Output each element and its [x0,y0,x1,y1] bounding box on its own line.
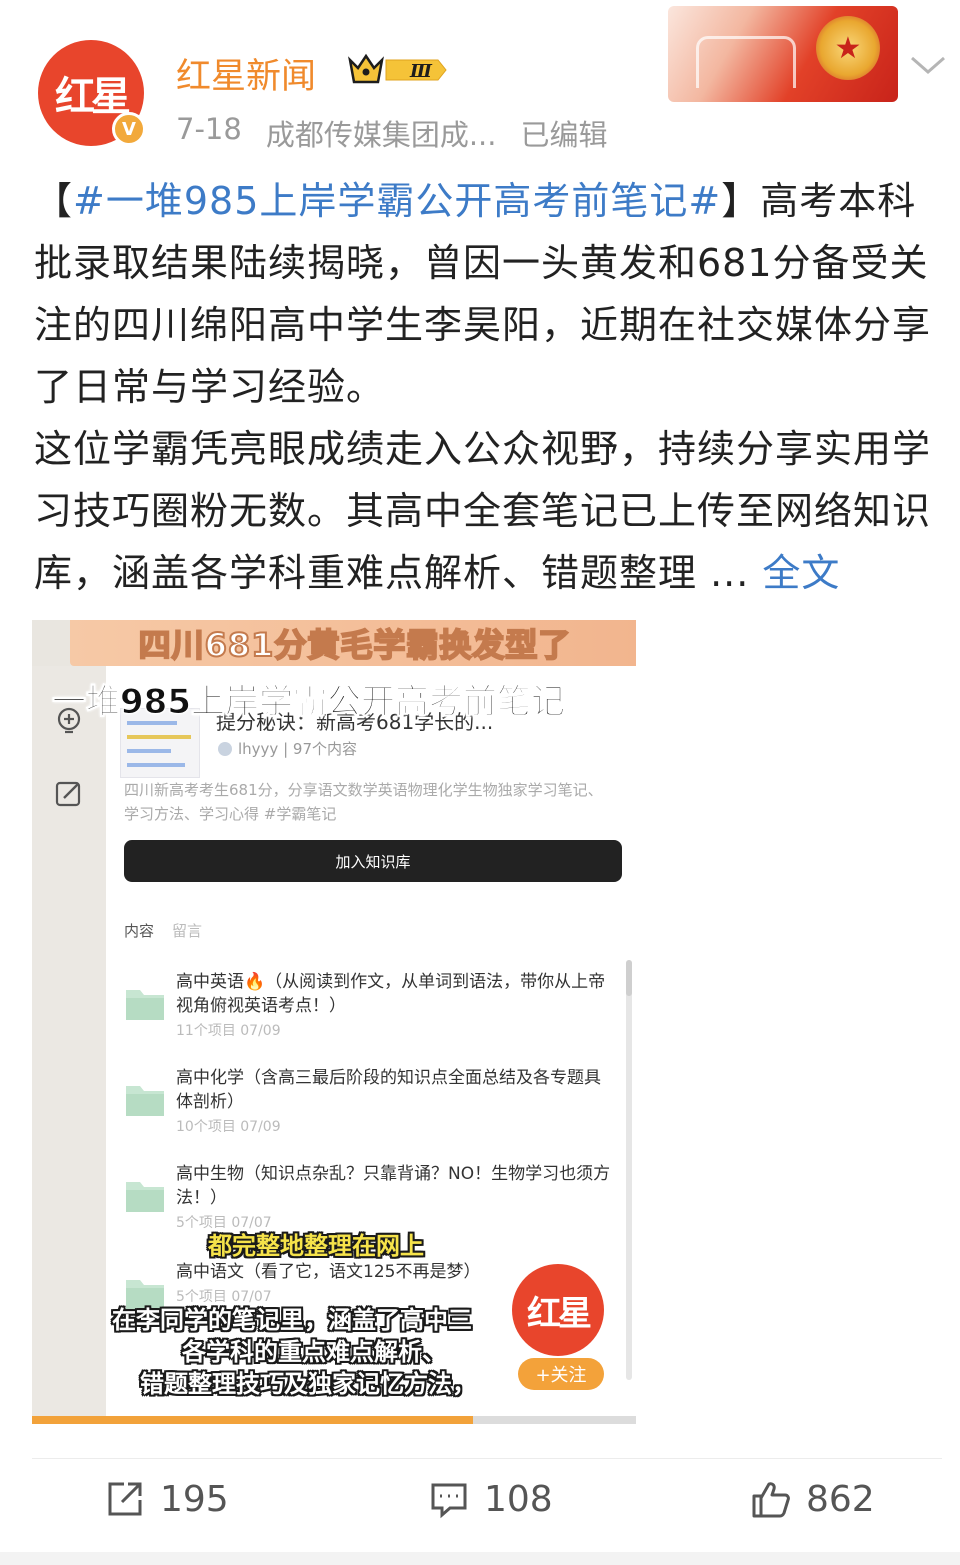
kb-tabs: 内容 留言 [124,920,202,941]
folder-meta: 10个项目 07/09 [176,1119,281,1135]
bottom-separator [0,1552,960,1565]
follow-button[interactable]: +关注 [518,1358,604,1390]
author-avatar [218,741,232,756]
folder-meta: 11个项目 07/09 [176,1023,281,1039]
like-icon [752,1482,790,1518]
kb-description: 四川新高考考生681分，分享语文数学英语物理化学生物独家学习笔记、学习方法、学习… [124,781,603,823]
avatar-logo-text: 红星 [55,73,131,120]
folder-icon [126,990,164,1020]
share-icon [108,1482,142,1516]
video-subtitle-highlight: 都完整地整理在网上 [208,1232,424,1260]
full-text-link[interactable]: 全文 [762,551,840,595]
like-button[interactable]: 862 [750,1478,875,1520]
kb-scrollbar [626,960,632,1380]
tab-content: 内容 [124,922,155,940]
post-content: 【#一堆985上岸学霸公开高考前笔记#】高考本科批录取结果陆续揭晓，曾因一头黄发… [34,170,944,604]
folder-item: 高中化学（含高三最后阶段的知识点全面总结及各专题具体剖析） 10个项目 07/0… [124,1066,624,1146]
kb-author-text: lhyyy | 97个内容 [238,740,357,758]
tab-comments: 留言 [172,922,203,940]
video-left-rail [32,666,106,1424]
video-subtitle-line-1: 在李同学的笔记里，涵盖了高中三 [112,1306,472,1334]
close-bracket: 】 [721,179,761,223]
like-count: 862 [806,1478,875,1520]
share-count: 195 [160,1478,229,1520]
post-paragraph-1: 【#一堆985上岸学霸公开高考前笔记#】高考本科批录取结果陆续揭晓，曾因一头黄发… [34,170,944,418]
video-progress-fill [32,1416,473,1424]
folder-item: 高中英语🔥（从阅读到作文，从单词到语法，带你从上帝视角俯视英语考点！） 11个项… [124,970,624,1050]
crown-badge-icon[interactable]: Ⅲ [346,52,450,88]
username[interactable]: 红星新闻 [176,48,316,99]
channel-logo[interactable]: 红星 [512,1264,604,1356]
comment-button[interactable]: 108 [428,1478,553,1520]
folder-icon [126,1086,164,1116]
comment-count: 108 [484,1478,553,1520]
video-player[interactable]: 四川681分黄毛学霸换发型了 一堆985上岸学霸公开高考前笔记 提分秘诀：新高考… [32,620,636,1424]
comment-icon [431,1483,467,1519]
video-subtitle-line-2: 各学科的重点难点解析、 [182,1338,446,1366]
folder-title: 高中英语🔥（从阅读到作文，从单词到语法，带你从上帝视角俯视英语考点！） [176,972,606,1016]
post-meta: 7-18 成都传媒集团成... 已编辑 [176,112,608,154]
edited-label[interactable]: 已编辑 [520,112,607,154]
post-paragraph-2: 这位学霸凭亮眼成绩走入公众视野，持续分享实用学习技巧圈粉无数。其高中全套笔记已上… [34,418,944,604]
verified-icon: V [112,112,146,146]
folder-title: 高中化学（含高三最后阶段的知识点全面总结及各专题具体剖析） [176,1068,601,1112]
kb-author: lhyyy | 97个内容 [218,738,357,759]
emblem-icon: ★ [816,16,880,80]
post-date: 7-18 [176,112,242,146]
video-top-banner: 四川681分黄毛学霸换发型了 [70,620,636,666]
hashtag-link[interactable]: #一堆985上岸学霸公开高考前笔记# [73,179,721,223]
actions-divider [32,1458,942,1459]
folder-icon [126,1182,164,1212]
banner-building-graphic [696,36,796,88]
chevron-down-icon[interactable] [906,50,950,80]
video-title-overlay: 一堆985上岸学霸公开高考前笔记 [52,682,566,723]
header-banner-image[interactable]: ★ [668,6,898,102]
video-top-banner-text: 四川681分黄毛学霸换发型了 [138,625,572,665]
action-bar: 195 108 862 [0,1478,960,1538]
join-kb-button: 加入知识库 [124,840,622,882]
folder-title: 高中生物（知识点杂乱？只靠背诵？NO！生物学习也须方法！） [176,1164,611,1208]
share-button[interactable]: 195 [104,1478,229,1520]
edit-icon [54,778,84,808]
open-bracket: 【 [34,179,74,223]
badge-level-text: Ⅲ [409,61,433,82]
post-source[interactable]: 成都传媒集团成... [266,112,497,154]
video-subtitle-line-3: 错题整理技巧及独家记忆方法， [140,1370,476,1398]
